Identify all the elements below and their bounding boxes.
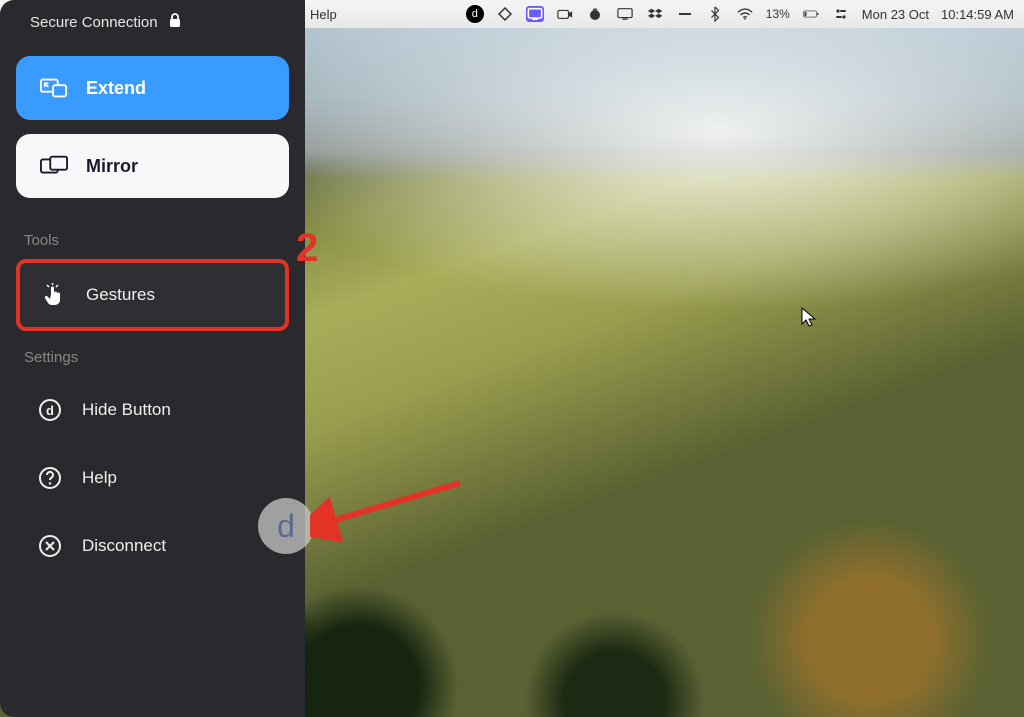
battery-percentage: 13% bbox=[766, 7, 790, 21]
help-icon bbox=[38, 466, 62, 490]
lock-icon bbox=[168, 12, 182, 32]
dropbox-icon[interactable] bbox=[646, 5, 664, 23]
svg-text:d: d bbox=[46, 403, 54, 418]
diamond-icon[interactable] bbox=[496, 5, 514, 23]
hide-button-item[interactable]: d Hide Button bbox=[16, 376, 289, 444]
hide-button-icon: d bbox=[38, 398, 62, 422]
sidebar-panel: Secure Connection Extend Mirror Tools Ge… bbox=[0, 0, 305, 717]
mirror-icon bbox=[40, 154, 68, 178]
bluetooth-icon[interactable] bbox=[706, 5, 724, 23]
secure-connection-header: Secure Connection bbox=[16, 12, 289, 32]
gestures-icon bbox=[42, 283, 66, 307]
floating-d-label: d bbox=[277, 508, 295, 545]
settings-section-label: Settings bbox=[24, 349, 289, 366]
menubar-date[interactable]: Mon 23 Oct bbox=[862, 7, 929, 22]
extend-icon bbox=[40, 76, 68, 100]
menubar-help[interactable]: Help bbox=[310, 7, 337, 22]
tools-section-label: Tools bbox=[24, 232, 289, 249]
menubar-time[interactable]: 10:14:59 AM bbox=[941, 7, 1014, 22]
pomodoro-icon[interactable] bbox=[586, 5, 604, 23]
disconnect-icon bbox=[38, 534, 62, 558]
display-icon[interactable] bbox=[616, 5, 634, 23]
mouse-cursor bbox=[800, 306, 818, 328]
battery-icon[interactable] bbox=[802, 5, 820, 23]
control-center-icon[interactable] bbox=[832, 5, 850, 23]
disconnect-label: Disconnect bbox=[82, 536, 166, 556]
mirror-label: Mirror bbox=[86, 156, 138, 177]
gestures-label: Gestures bbox=[86, 285, 155, 305]
mirror-button[interactable]: Mirror bbox=[16, 134, 289, 198]
help-button[interactable]: Help bbox=[16, 444, 289, 512]
extend-label: Extend bbox=[86, 78, 146, 99]
annotation-arrow bbox=[310, 468, 470, 548]
wifi-icon[interactable] bbox=[736, 5, 754, 23]
secure-connection-label: Secure Connection bbox=[30, 14, 158, 31]
annotation-step-number: 2 bbox=[296, 226, 318, 271]
floating-d-button[interactable]: d bbox=[258, 498, 314, 554]
gestures-button[interactable]: Gestures bbox=[16, 259, 289, 331]
extend-button[interactable]: Extend bbox=[16, 56, 289, 120]
disconnect-button[interactable]: Disconnect bbox=[16, 512, 289, 580]
spacer-icon bbox=[676, 5, 694, 23]
duet-menubar-icon[interactable]: d bbox=[466, 5, 484, 23]
camera-icon[interactable] bbox=[556, 5, 574, 23]
screenshare-icon[interactable] bbox=[526, 5, 544, 23]
help-label: Help bbox=[82, 468, 117, 488]
hide-button-label: Hide Button bbox=[82, 400, 171, 420]
